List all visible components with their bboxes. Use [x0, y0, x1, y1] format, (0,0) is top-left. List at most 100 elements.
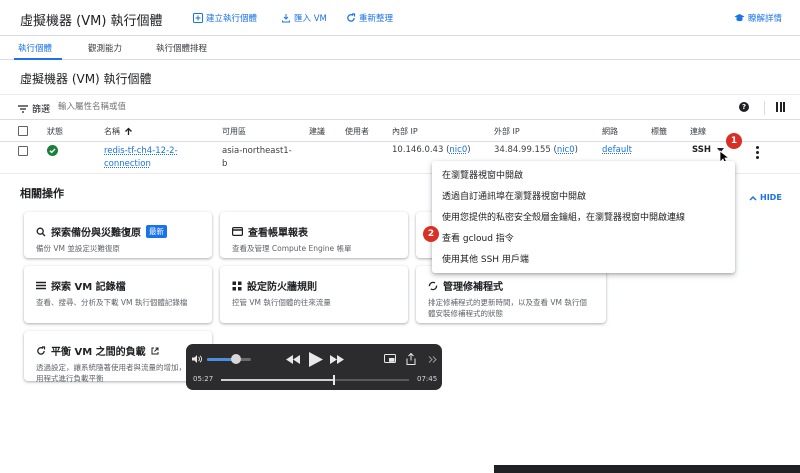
fast-forward-icon[interactable] [330, 355, 344, 364]
related-actions-title: 相關操作 [20, 187, 64, 200]
remaining-time: 07:45 [417, 375, 438, 383]
more-actions-icon[interactable] [756, 146, 759, 159]
sort-ascending-icon [125, 127, 132, 135]
learn-more-button[interactable]: 瞭解詳情 [734, 12, 782, 24]
column-status[interactable]: 狀態 [47, 126, 63, 137]
menu-item-open-custom-port[interactable]: 透過自訂通訊埠在瀏覽器視窗中開啟 [432, 185, 735, 206]
tab-observability[interactable]: 觀測能力 [88, 42, 122, 54]
external-ip-cell: 34.84.99.155 (nic0) [494, 145, 578, 155]
callout-badge-2: 2 [423, 226, 439, 242]
select-all-checkbox[interactable] [18, 126, 28, 136]
chevron-up-icon [749, 195, 757, 201]
import-vm-button[interactable]: 匯入 VM [281, 12, 327, 24]
card-load-balancing-desc: 透過設定，讓系統隨著使用者與流量的增加，應用程式進行負載平衡 [36, 363, 194, 383]
volume-slider-knob[interactable] [230, 354, 241, 364]
ssh-button[interactable]: SSH [692, 145, 711, 155]
create-instance-button[interactable]: 建立執行個體 [193, 12, 257, 24]
section-title: 虛擬機器 (VM) 執行個體 [20, 72, 152, 86]
column-recommendations[interactable]: 建議 [309, 126, 325, 137]
import-icon [282, 14, 290, 23]
card-firewall-title: 設定防火牆規則 [247, 282, 317, 293]
card-billing[interactable]: 查看帳單報表 查看及管理 Compute Engine 帳單 [220, 212, 408, 258]
create-instance-label: 建立執行個體 [206, 14, 258, 24]
filter-icon [18, 104, 28, 113]
credit-card-icon [232, 227, 243, 236]
bottom-bar [494, 465, 800, 473]
zone-cell: asia-northeast1- b [222, 145, 292, 171]
card-patches-title: 管理修補程式 [443, 282, 503, 293]
toolbar-divider [764, 101, 765, 115]
external-ip-value: 34.84.99.155 [494, 145, 551, 155]
column-external-ip[interactable]: 外部 IP [494, 126, 520, 137]
instance-name-link[interactable]: redis-tf-ch4-12-2- connection [104, 145, 178, 171]
external-nic-link[interactable]: nic0 [557, 145, 575, 155]
firewall-icon [232, 281, 242, 290]
menu-item-open-in-browser[interactable]: 在瀏覽器視窗中開啟 [432, 164, 735, 185]
refresh-button[interactable]: 重新整理 [346, 12, 393, 24]
volume-icon[interactable] [192, 354, 203, 364]
help-icon[interactable]: ? [739, 102, 749, 112]
tab-instance-schedules[interactable]: 執行個體排程 [156, 42, 207, 54]
list-icon [36, 281, 46, 290]
rewind-icon[interactable] [286, 355, 300, 364]
menu-item-open-private-key[interactable]: 使用您提供的私密安全殼層金鑰組，在瀏覽器視窗中開啟連線 [432, 206, 735, 227]
open-in-new-icon [151, 347, 159, 354]
zone-line2: b [222, 159, 228, 169]
column-zone[interactable]: 可用區 [222, 126, 246, 137]
sync-icon [428, 281, 438, 290]
network-link[interactable]: default [602, 145, 632, 155]
progress-playhead[interactable] [332, 375, 335, 385]
refresh-label: 重新整理 [359, 14, 394, 24]
column-name[interactable]: 名稱 [104, 126, 133, 137]
menu-item-view-gcloud[interactable]: 查看 gcloud 指令 [432, 227, 735, 248]
refresh-icon [347, 13, 356, 22]
column-internal-ip[interactable]: 內部 IP [392, 126, 418, 137]
progress-fill [221, 379, 334, 381]
card-vm-logs[interactable]: 探索 VM 記錄檔 查看、搜尋、分析及下載 VM 執行個體記錄檔 [24, 266, 212, 323]
card-load-balancing[interactable]: 平衡 VM 之間的負載 透過設定，讓系統隨著使用者與流量的增加，應用程式進行負載… [24, 331, 212, 383]
column-name-label: 名稱 [104, 127, 120, 136]
callout-badge-1: 1 [726, 133, 742, 149]
filter-label: 篩選 [32, 105, 51, 115]
card-backup-dr-title: 探索備份與災難復原 [51, 228, 141, 239]
card-load-balancing-title: 平衡 VM 之間的負載 [51, 347, 146, 358]
running-status-icon [47, 145, 58, 156]
internal-ip-cell: 10.146.0.43 (nic0) [392, 145, 471, 155]
ssh-dropdown-menu: 在瀏覽器視窗中開啟 透過自訂通訊埠在瀏覽器視窗中開啟 使用您提供的私密安全殼層金… [432, 161, 735, 273]
card-backup-dr-desc: 備份 VM 並設定災難復原 [36, 244, 120, 253]
internal-nic-link[interactable]: nic0 [449, 145, 467, 155]
column-connect[interactable]: 連線 [690, 126, 706, 137]
card-billing-title: 查看帳單報表 [248, 228, 308, 239]
column-in-use-by[interactable]: 使用者 [345, 126, 369, 137]
elapsed-time: 05:27 [193, 375, 214, 383]
menu-item-other-ssh-client[interactable]: 使用其他 SSH 用戶端 [432, 248, 735, 269]
card-backup-dr[interactable]: 探索備份與災難復原 最新 備份 VM 並設定災難復原 [24, 212, 212, 258]
hide-button[interactable]: HIDE [749, 193, 782, 202]
card-billing-desc: 查看及管理 Compute Engine 帳單 [232, 244, 352, 253]
card-firewall[interactable]: 設定防火牆規則 控管 VM 執行個體的往來流量 [220, 266, 408, 323]
tab-instances[interactable]: 執行個體 [18, 42, 52, 54]
internal-ip-value: 10.146.0.43 [392, 145, 444, 155]
column-display-icon[interactable] [776, 102, 785, 112]
school-icon [734, 14, 745, 22]
filter-button[interactable]: 篩選 [18, 102, 50, 115]
chevron-right-double-icon[interactable] [428, 356, 437, 363]
zone-line1: asia-northeast1- [222, 146, 292, 156]
filter-input[interactable] [58, 100, 358, 114]
hide-label: HIDE [760, 193, 782, 202]
card-patches-desc: 排定修補程式的更新時間，以及查看 VM 執行個體安裝修補程式的狀態 [428, 298, 587, 318]
column-network[interactable]: 網路 [602, 126, 618, 137]
picture-in-picture-icon[interactable] [384, 354, 396, 365]
card-vm-logs-desc: 查看、搜尋、分析及下載 VM 執行個體記錄檔 [36, 298, 188, 307]
progress-track[interactable] [221, 379, 409, 381]
import-vm-label: 匯入 VM [294, 14, 327, 24]
video-player-controls [186, 344, 442, 390]
refresh-icon [37, 345, 46, 355]
column-labels[interactable]: 標籤 [651, 126, 667, 137]
volume-slider-track[interactable] [207, 358, 251, 361]
row-checkbox[interactable] [18, 146, 28, 156]
play-icon[interactable] [309, 352, 323, 367]
share-icon[interactable] [406, 353, 416, 365]
new-badge: 最新 [146, 225, 167, 238]
card-patches[interactable]: 管理修補程式 排定修補程式的更新時間，以及查看 VM 執行個體安裝修補程式的狀態 [416, 266, 606, 323]
